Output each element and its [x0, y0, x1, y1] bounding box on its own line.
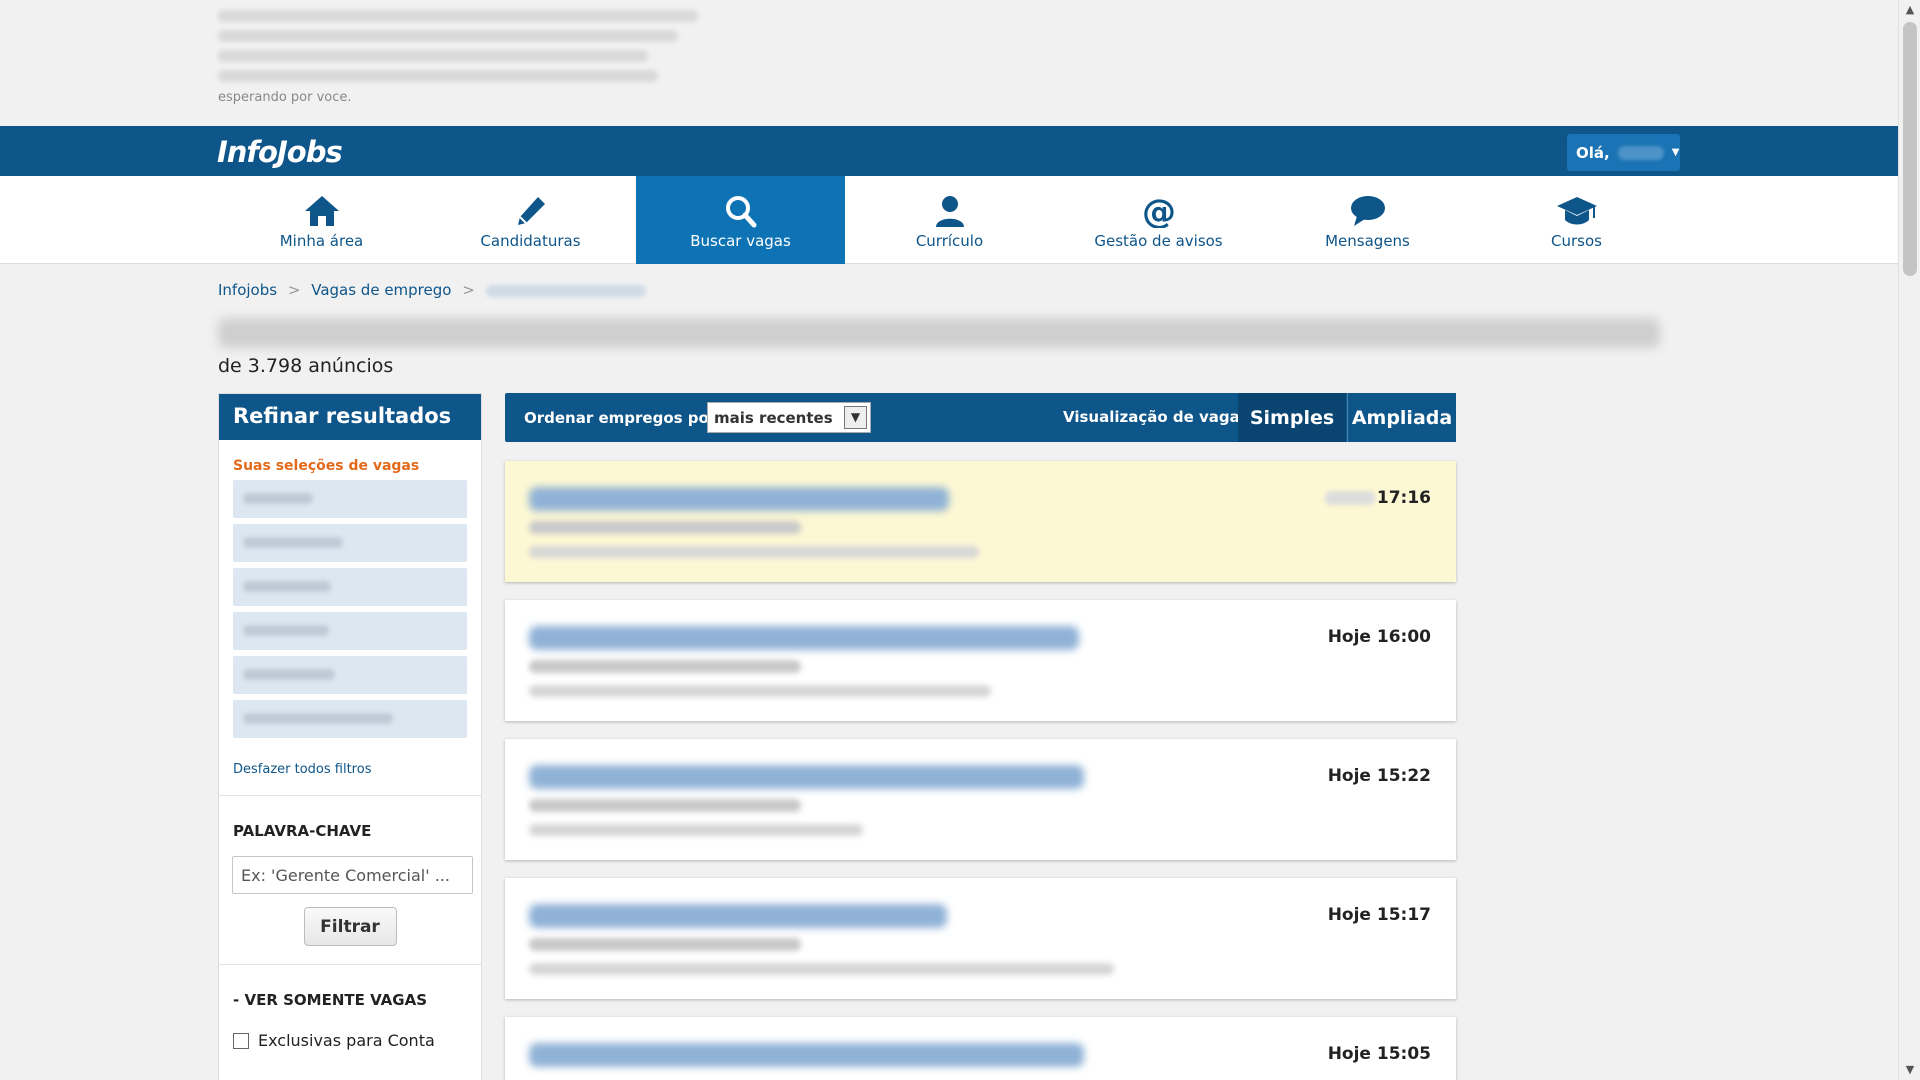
selections-title: Suas seleções de vagas	[233, 458, 420, 474]
job-company-redacted	[529, 938, 801, 951]
job-meta-redacted	[529, 824, 863, 836]
page-scrollbar[interactable]: ▲ ▼	[1898, 0, 1920, 1080]
nav-label: Minha área	[279, 232, 364, 250]
breadcrumb-current-redacted	[485, 284, 646, 297]
breadcrumb: Infojobs > Vagas de emprego >	[218, 281, 646, 299]
user-icon	[935, 196, 964, 227]
nav-curriculo[interactable]: Currículo	[845, 176, 1054, 264]
nav-label: Cursos	[1551, 232, 1602, 250]
exclusive-label: Exclusivas para Conta	[258, 1031, 435, 1050]
view-simple-button[interactable]: Simples	[1238, 393, 1346, 442]
filter-button[interactable]: Filtrar	[303, 907, 397, 946]
selection-chip[interactable]	[233, 524, 467, 562]
nav-mensagens[interactable]: Mensagens	[1263, 176, 1472, 264]
selection-chip[interactable]	[233, 612, 467, 650]
results-count: de 3.798 anúncios	[218, 355, 394, 377]
nav-gestao-avisos[interactable]: @ Gestão de avisos	[1054, 176, 1263, 264]
job-date-redacted	[1324, 491, 1375, 505]
sort-select-value: mais recentes	[714, 409, 833, 427]
job-card[interactable]: Hoje 15:22	[505, 739, 1456, 860]
selection-chip[interactable]	[233, 656, 467, 694]
job-time: Hoje 15:22	[1327, 766, 1431, 786]
nav-label: Candidaturas	[480, 232, 581, 250]
nav-cursos[interactable]: Cursos	[1472, 176, 1681, 264]
sort-bar: Ordenar empregos por: mais recentes ▼ Vi…	[505, 393, 1456, 442]
sort-select[interactable]: mais recentes ▼	[707, 402, 871, 433]
scroll-down-icon[interactable]: ▼	[1899, 1060, 1920, 1080]
job-time: Hoje 15:05	[1327, 1044, 1431, 1064]
job-meta-redacted	[529, 685, 991, 697]
breadcrumb-home-link[interactable]: Infojobs	[218, 281, 277, 299]
job-time: Hoje 15:17	[1327, 905, 1431, 925]
promo-text: esperando por voce.	[218, 90, 352, 105]
user-menu-button[interactable]: Olá, ▼	[1567, 134, 1680, 171]
view-expanded-button[interactable]: Ampliada	[1347, 393, 1456, 442]
pencil-icon	[517, 197, 545, 225]
nav-label: Buscar vagas	[690, 232, 791, 250]
chat-icon	[1350, 196, 1385, 226]
collapse-toggle: -	[233, 991, 240, 1009]
chevron-down-icon: ▼	[1671, 147, 1680, 158]
nav-label: Gestão de avisos	[1094, 232, 1223, 250]
exclusive-option[interactable]: Exclusivas para Conta	[233, 1031, 481, 1050]
exclusive-checkbox[interactable]	[233, 1032, 249, 1049]
divider	[219, 964, 481, 965]
chevron-down-icon: ▼	[844, 406, 867, 429]
ver-somente-title[interactable]: - VER SOMENTE VAGAS	[233, 991, 481, 1009]
job-company-redacted	[529, 660, 801, 673]
divider	[219, 795, 481, 796]
nav-candidaturas[interactable]: Candidaturas	[426, 176, 635, 264]
job-title-redacted[interactable]	[529, 1043, 1084, 1067]
at-icon: @	[1142, 194, 1176, 228]
job-meta-redacted	[529, 963, 1114, 975]
promo-strip: esperando por voce.	[0, 0, 1898, 126]
job-card[interactable]: Hoje 15:05	[505, 1017, 1456, 1080]
job-card[interactable]: Hoje 15:17	[505, 878, 1456, 999]
breadcrumb-separator: >	[287, 281, 301, 299]
nav-label: Mensagens	[1325, 232, 1410, 250]
job-title-redacted[interactable]	[529, 626, 1079, 650]
scroll-up-icon[interactable]: ▲	[1899, 0, 1920, 20]
user-name-redacted	[1617, 145, 1664, 160]
job-title-redacted[interactable]	[529, 487, 949, 511]
home-icon	[304, 196, 339, 226]
refine-sidebar: Refinar resultados Suas seleções de vaga…	[218, 393, 482, 1080]
selection-chip[interactable]	[233, 568, 467, 606]
job-time: 17:16	[1324, 488, 1431, 508]
search-icon	[725, 196, 756, 228]
job-title-redacted[interactable]	[529, 904, 947, 928]
keyword-input[interactable]	[232, 856, 473, 894]
job-company-redacted	[529, 521, 801, 534]
svg-text:@: @	[1142, 194, 1176, 228]
view-label: Visualização de vagas:	[1063, 408, 1255, 426]
infojobs-logo[interactable]: InfoJobs	[217, 135, 343, 169]
scrollbar-thumb[interactable]	[1903, 22, 1917, 276]
job-company-redacted	[529, 799, 801, 812]
nav-buscar-vagas[interactable]: Buscar vagas	[636, 176, 845, 264]
undo-filters-link[interactable]: Desfazer todos filtros	[233, 762, 481, 777]
job-meta-redacted	[529, 546, 979, 558]
keyword-title: PALAVRA-CHAVE	[233, 822, 372, 840]
selection-chip[interactable]	[233, 700, 467, 738]
main-nav: Minha área Candidaturas Buscar vagas Cur…	[0, 176, 1898, 264]
results-heading-redacted	[218, 318, 1660, 348]
breadcrumb-section-link[interactable]: Vagas de emprego	[311, 281, 451, 299]
graduation-cap-icon	[1556, 197, 1597, 225]
job-time: Hoje 16:00	[1327, 627, 1431, 647]
nav-label: Currículo	[915, 232, 984, 250]
sidebar-title: Refinar resultados	[219, 394, 481, 440]
greeting-text: Olá,	[1576, 143, 1610, 162]
nav-minha-area[interactable]: Minha área	[217, 176, 426, 264]
ver-somente-label: VER SOMENTE VAGAS	[244, 991, 428, 1009]
header-bar: InfoJobs Olá, ▼	[0, 126, 1898, 176]
sort-label: Ordenar empregos por:	[524, 409, 723, 427]
job-title-redacted[interactable]	[529, 765, 1084, 789]
promo-banner[interactable]: esperando por voce.	[218, 10, 718, 105]
job-card[interactable]: 17:16	[505, 461, 1456, 582]
job-card[interactable]: Hoje 16:00	[505, 600, 1456, 721]
selection-chip[interactable]	[233, 480, 467, 518]
breadcrumb-separator: >	[462, 281, 475, 299]
